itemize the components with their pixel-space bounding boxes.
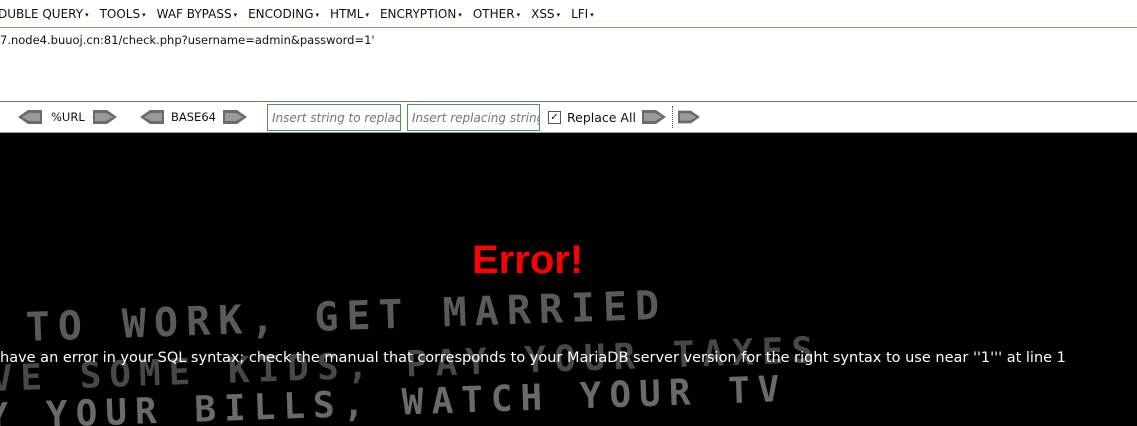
menu-label: LFI: [571, 6, 589, 21]
url-textarea[interactable]: 7.node4.buuoj.cn:81/check.php?username=a…: [0, 28, 1137, 102]
menu-xss[interactable]: XSS ▾: [531, 7, 560, 21]
dropdown-caret-icon: ▾: [142, 10, 146, 19]
hackbar-menu-bar: DUBLE QUERY ▾ TOOLS ▾ WAF BYPASS ▾ ENCODING…: [0, 0, 1137, 28]
hackbar-toolbar: %URL BASE64 ✓ Replace All: [0, 102, 1137, 133]
replace-all-checkbox[interactable]: ✓: [548, 111, 561, 124]
url-encode-button[interactable]: [93, 110, 117, 124]
error-title: Error!: [472, 238, 584, 282]
url-encode-label: %URL: [51, 110, 85, 124]
toolbar-divider: [672, 106, 673, 128]
arrow-right-icon: [678, 110, 700, 124]
menu-label: ENCODING: [248, 6, 314, 21]
replace-all-label: Replace All: [567, 110, 636, 125]
dropdown-caret-icon: ▾: [556, 10, 561, 19]
sql-error-message: have an error in your SQL syntax; check …: [0, 350, 1066, 366]
menu-waf-bypass[interactable]: WAF BYPASS ▾: [157, 7, 237, 21]
page-content: TO WORK, GET MARRIED VE SOME KIDS, PAY Y…: [0, 133, 1137, 426]
replace-run-button[interactable]: [642, 110, 666, 124]
dropdown-caret-icon: ▾: [85, 10, 89, 19]
menu-label: ENCRYPTION: [379, 6, 457, 21]
arrow-left-icon: [18, 110, 42, 124]
arrow-right-icon: [223, 110, 247, 124]
checkmark-icon: ✓: [548, 111, 561, 124]
base64-decode-button[interactable]: [140, 110, 164, 124]
base64-encode-button[interactable]: [223, 110, 247, 124]
menu-label: WAF BYPASS: [156, 6, 232, 21]
dropdown-caret-icon: ▾: [458, 10, 462, 19]
dropdown-caret-icon: ▾: [365, 10, 369, 19]
toolbar-extra-button[interactable]: [678, 110, 700, 124]
menu-label: TOOLS: [99, 6, 141, 21]
menu-label: DUBLE QUERY: [0, 6, 84, 21]
menu-label: XSS: [531, 6, 555, 21]
dropdown-caret-icon: ▾: [590, 10, 594, 19]
replace-string-input[interactable]: [267, 104, 401, 131]
menu-double-query[interactable]: DUBLE QUERY ▾: [0, 7, 89, 21]
dropdown-caret-icon: ▾: [315, 10, 320, 19]
menu-html[interactable]: HTML ▾: [330, 7, 369, 21]
arrow-right-icon: [93, 110, 117, 124]
arrow-right-icon: [642, 110, 666, 124]
dropdown-caret-icon: ▾: [516, 10, 521, 19]
dropdown-caret-icon: ▾: [233, 10, 238, 19]
menu-encoding[interactable]: ENCODING ▾: [248, 7, 319, 21]
base64-label: BASE64: [171, 110, 216, 124]
arrow-left-icon: [140, 110, 164, 124]
menu-label: HTML: [330, 6, 364, 21]
url-decode-button[interactable]: [18, 110, 42, 124]
menu-encryption[interactable]: ENCRYPTION ▾: [380, 7, 462, 21]
menu-label: OTHER: [472, 6, 515, 21]
replacing-string-input[interactable]: [407, 104, 540, 131]
menu-other[interactable]: OTHER ▾: [473, 7, 520, 21]
url-value: 7.node4.buuoj.cn:81/check.php?username=a…: [0, 33, 375, 47]
menu-tools[interactable]: TOOLS ▾: [100, 7, 146, 21]
menu-lfi[interactable]: LFI ▾: [571, 7, 594, 21]
